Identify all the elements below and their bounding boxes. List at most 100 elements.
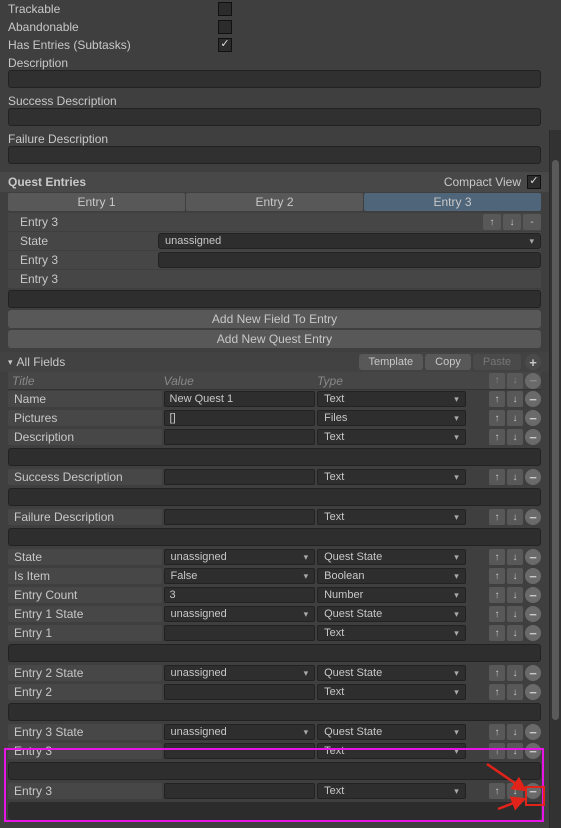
field-0-remove-button[interactable]: − [525, 391, 541, 407]
paste-button[interactable]: Paste [473, 354, 521, 370]
field-8-remove-button[interactable]: − [525, 606, 541, 622]
field-13-value-input[interactable] [164, 743, 316, 759]
field-9-value-input[interactable] [164, 625, 316, 641]
field-3-value-input[interactable] [164, 469, 316, 485]
entry-up-button[interactable]: ↑ [483, 214, 501, 230]
field-5-type-dropdown[interactable]: Quest State▾ [317, 549, 466, 565]
field-0-value-input[interactable]: New Quest 1 [164, 391, 316, 407]
entry-remove-button[interactable]: - [523, 214, 541, 230]
field-11-textarea[interactable] [8, 703, 541, 721]
field-10-up-button[interactable]: ↑ [489, 665, 505, 681]
field-7-title[interactable]: Entry Count [8, 587, 162, 603]
field-9-remove-button[interactable]: − [525, 625, 541, 641]
field-14-down-button[interactable]: ↓ [507, 783, 523, 799]
field-3-down-button[interactable]: ↓ [507, 469, 523, 485]
field-4-down-button[interactable]: ↓ [507, 509, 523, 525]
field-14-up-button[interactable]: ↑ [489, 783, 505, 799]
compact-view-checkbox[interactable] [527, 175, 541, 189]
field-5-title[interactable]: State [8, 549, 162, 565]
field-1-down-button[interactable]: ↓ [507, 410, 523, 426]
field-3-textarea[interactable] [8, 488, 541, 506]
field-12-down-button[interactable]: ↓ [507, 724, 523, 740]
field-2-up-button[interactable]: ↑ [489, 429, 505, 445]
field-9-up-button[interactable]: ↑ [489, 625, 505, 641]
field-2-value-input[interactable] [164, 429, 316, 445]
field-4-remove-button[interactable]: − [525, 509, 541, 525]
field-10-type-dropdown[interactable]: Quest State▾ [317, 665, 466, 681]
field-13-down-button[interactable]: ↓ [507, 743, 523, 759]
field-6-remove-button[interactable]: − [525, 568, 541, 584]
field-3-title[interactable]: Success Description [8, 469, 162, 485]
field-3-up-button[interactable]: ↑ [489, 469, 505, 485]
field-1-remove-button[interactable]: − [525, 410, 541, 426]
add-field-to-entry-button[interactable]: Add New Field To Entry [8, 310, 541, 328]
field-9-title[interactable]: Entry 1 [8, 625, 162, 641]
trackable-checkbox[interactable] [218, 2, 232, 16]
success-description-input[interactable] [8, 108, 541, 126]
field-8-up-button[interactable]: ↑ [489, 606, 505, 622]
has-entries-checkbox[interactable] [218, 38, 232, 52]
field-12-remove-button[interactable]: − [525, 724, 541, 740]
field-11-value-input[interactable] [164, 684, 316, 700]
field-2-down-button[interactable]: ↓ [507, 429, 523, 445]
scrollbar[interactable] [549, 130, 561, 828]
field-12-value-dropdown[interactable]: unassigned▾ [164, 724, 316, 740]
field-11-title[interactable]: Entry 2 [8, 684, 162, 700]
field-2-textarea[interactable] [8, 448, 541, 466]
field-9-type-dropdown[interactable]: Text▾ [317, 625, 466, 641]
field-14-title[interactable]: Entry 3 [8, 783, 162, 799]
entry-state-dropdown[interactable]: unassigned▾ [158, 233, 541, 249]
field-6-type-dropdown[interactable]: Boolean▾ [317, 568, 466, 584]
field-12-type-dropdown[interactable]: Quest State▾ [317, 724, 466, 740]
field-8-type-dropdown[interactable]: Quest State▾ [317, 606, 466, 622]
field-5-value-dropdown[interactable]: unassigned▾ [164, 549, 316, 565]
field-3-remove-button[interactable]: − [525, 469, 541, 485]
scrollbar-thumb[interactable] [552, 160, 559, 720]
entry-row-3-input[interactable] [158, 252, 541, 268]
field-11-up-button[interactable]: ↑ [489, 684, 505, 700]
field-14-value-input[interactable] [164, 783, 316, 799]
description-input[interactable] [8, 70, 541, 88]
field-6-up-button[interactable]: ↑ [489, 568, 505, 584]
field-0-type-dropdown[interactable]: Text▾ [317, 391, 466, 407]
field-4-up-button[interactable]: ↑ [489, 509, 505, 525]
entry-down-button[interactable]: ↓ [503, 214, 521, 230]
field-7-down-button[interactable]: ↓ [507, 587, 523, 603]
fields-expand-icon[interactable]: ▾ [8, 357, 13, 368]
field-1-value-input[interactable]: [] [164, 410, 316, 426]
field-6-down-button[interactable]: ↓ [507, 568, 523, 584]
field-5-remove-button[interactable]: − [525, 549, 541, 565]
header-down-button[interactable]: ↓ [507, 373, 523, 389]
field-13-title[interactable]: Entry 3 [8, 743, 162, 759]
field-2-remove-button[interactable]: − [525, 429, 541, 445]
field-7-value-input[interactable]: 3 [164, 587, 316, 603]
field-0-up-button[interactable]: ↑ [489, 391, 505, 407]
field-4-value-input[interactable] [164, 509, 316, 525]
field-9-textarea[interactable] [8, 644, 541, 662]
field-2-type-dropdown[interactable]: Text▾ [317, 429, 466, 445]
tab-entry-2[interactable]: Entry 2 [186, 193, 363, 211]
field-10-value-dropdown[interactable]: unassigned▾ [164, 665, 316, 681]
field-12-title[interactable]: Entry 3 State [8, 724, 162, 740]
field-13-up-button[interactable]: ↑ [489, 743, 505, 759]
add-quest-entry-button[interactable]: Add New Quest Entry [8, 330, 541, 348]
field-12-up-button[interactable]: ↑ [489, 724, 505, 740]
field-9-down-button[interactable]: ↓ [507, 625, 523, 641]
template-button[interactable]: Template [359, 354, 424, 370]
field-13-type-dropdown[interactable]: Text▾ [317, 743, 466, 759]
field-4-textarea[interactable] [8, 528, 541, 546]
field-14-textarea[interactable] [8, 802, 541, 820]
field-1-up-button[interactable]: ↑ [489, 410, 505, 426]
field-7-type-dropdown[interactable]: Number▾ [317, 587, 466, 603]
abandonable-checkbox[interactable] [218, 20, 232, 34]
field-14-type-dropdown[interactable]: Text▾ [317, 783, 466, 799]
field-8-title[interactable]: Entry 1 State [8, 606, 162, 622]
field-13-textarea[interactable] [8, 762, 541, 780]
field-6-value-dropdown[interactable]: False▾ [164, 568, 316, 584]
field-11-remove-button[interactable]: − [525, 684, 541, 700]
field-0-down-button[interactable]: ↓ [507, 391, 523, 407]
field-6-title[interactable]: Is Item [8, 568, 162, 584]
field-4-type-dropdown[interactable]: Text▾ [317, 509, 466, 525]
field-4-title[interactable]: Failure Description [8, 509, 162, 525]
tab-entry-3[interactable]: Entry 3 [364, 193, 541, 211]
